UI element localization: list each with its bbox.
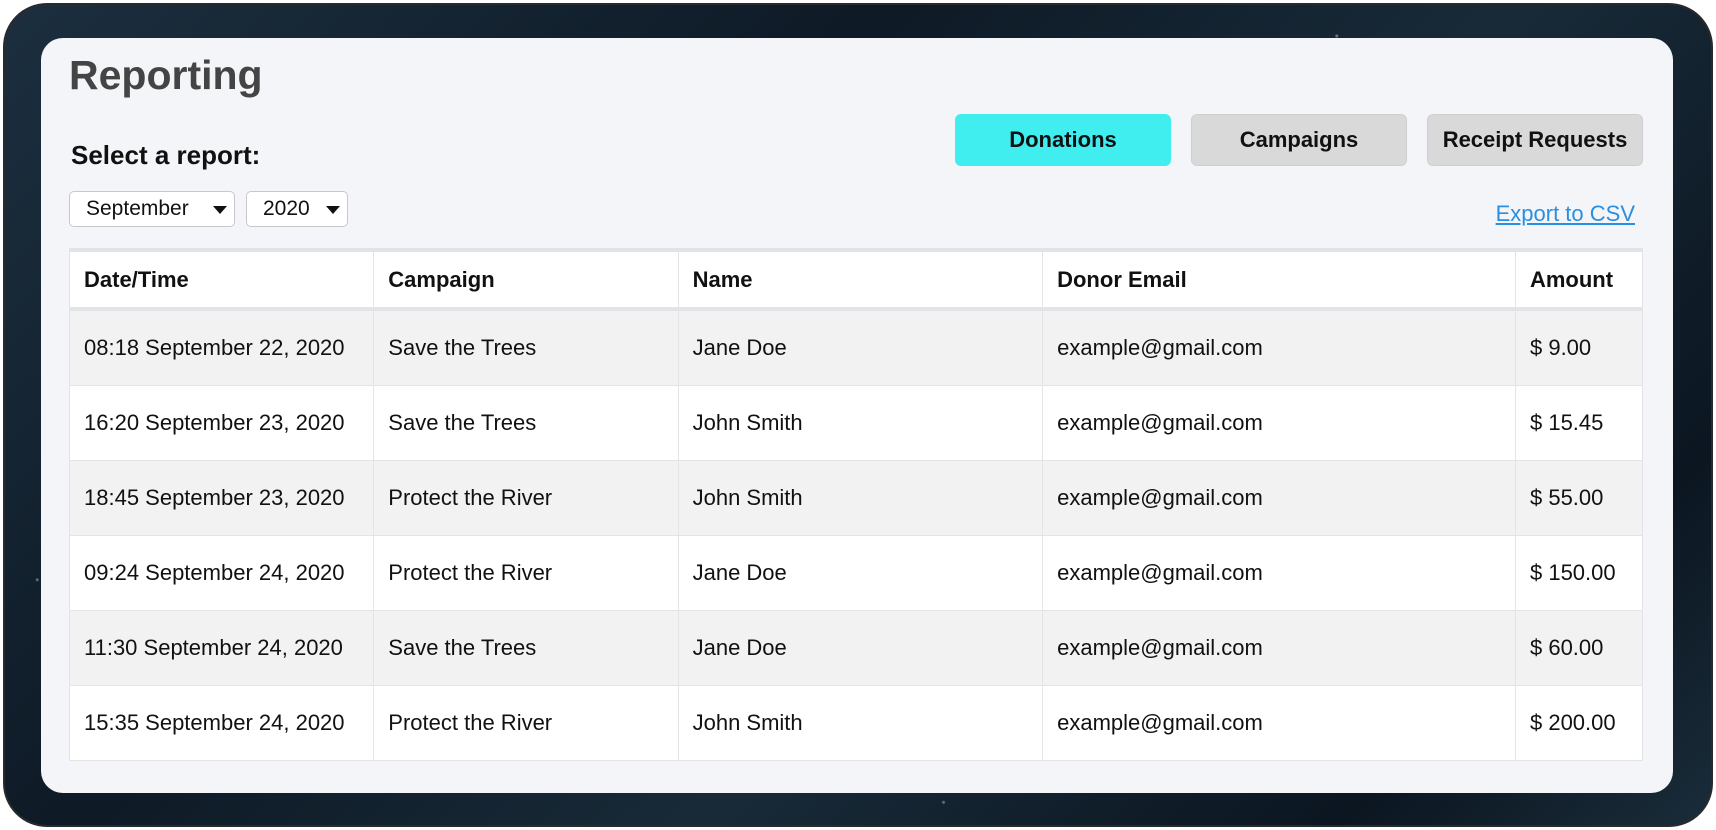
table-row[interactable]: 16:20 September 23, 2020 Save the Trees … [68,385,1644,461]
cell-campaign: Save the Trees [373,385,679,461]
table-row[interactable]: 11:30 September 24, 2020 Save the Trees … [68,610,1644,686]
cell-name: Jane Doe [677,610,1044,686]
cell-donor-email: example@gmail.com [1042,308,1516,386]
month-select-value: September [86,197,189,220]
month-select[interactable]: September [69,191,235,227]
tab-donations[interactable]: Donations [955,114,1171,166]
cell-donor-email: example@gmail.com [1042,685,1516,761]
reporting-panel: Reporting Select a report: September 202… [41,38,1673,793]
cell-name: John Smith [677,685,1044,761]
caret-down-icon [326,206,340,214]
table-row[interactable]: 18:45 September 23, 2020 Protect the Riv… [68,460,1644,536]
cell-name: Jane Doe [677,308,1044,386]
cell-datetime: 09:24 September 24, 2020 [68,535,375,611]
table-row[interactable]: 08:18 September 22, 2020 Save the Trees … [68,308,1644,386]
cell-campaign: Save the Trees [373,308,679,386]
year-select[interactable]: 2020 [246,191,348,227]
tab-campaigns[interactable]: Campaigns [1191,114,1407,166]
column-header-name[interactable]: Name [677,249,1044,311]
year-select-value: 2020 [263,197,310,220]
cell-amount: $ 9.00 [1514,308,1644,386]
column-header-datetime[interactable]: Date/Time [68,249,375,311]
table-header-row: Date/Time Campaign Name Donor Email Amou… [68,249,1644,311]
cell-amount: $ 200.00 [1514,685,1644,761]
cell-name: Jane Doe [677,535,1044,611]
cell-datetime: 18:45 September 23, 2020 [68,460,375,536]
table-row[interactable]: 15:35 September 24, 2020 Protect the Riv… [68,685,1644,761]
column-header-donor-email[interactable]: Donor Email [1042,249,1516,311]
cell-datetime: 16:20 September 23, 2020 [68,385,375,461]
cell-datetime: 15:35 September 24, 2020 [68,685,375,761]
column-header-campaign[interactable]: Campaign [373,249,679,311]
cell-amount: $ 15.45 [1514,385,1644,461]
window-frame: Reporting Select a report: September 202… [3,3,1713,827]
cell-campaign: Protect the River [373,685,679,761]
cell-donor-email: example@gmail.com [1042,610,1516,686]
tab-receipt-requests[interactable]: Receipt Requests [1427,114,1643,166]
table-row[interactable]: 09:24 September 24, 2020 Protect the Riv… [68,535,1644,611]
column-header-amount[interactable]: Amount [1514,249,1644,311]
cell-donor-email: example@gmail.com [1042,460,1516,536]
cell-amount: $ 150.00 [1514,535,1644,611]
cell-datetime: 11:30 September 24, 2020 [68,610,375,686]
caret-down-icon [213,206,227,214]
donations-table: Date/Time Campaign Name Donor Email Amou… [68,248,1644,761]
cell-donor-email: example@gmail.com [1042,385,1516,461]
select-report-label: Select a report: [71,140,261,170]
cell-amount: $ 55.00 [1514,460,1644,536]
cell-campaign: Protect the River [373,460,679,536]
cell-donor-email: example@gmail.com [1042,535,1516,611]
cell-datetime: 08:18 September 22, 2020 [68,308,375,386]
export-csv-link[interactable]: Export to CSV [1496,201,1635,227]
cell-name: John Smith [677,460,1044,536]
cell-amount: $ 60.00 [1514,610,1644,686]
cell-campaign: Protect the River [373,535,679,611]
cell-name: John Smith [677,385,1044,461]
page-title: Reporting [69,52,263,98]
cell-campaign: Save the Trees [373,610,679,686]
